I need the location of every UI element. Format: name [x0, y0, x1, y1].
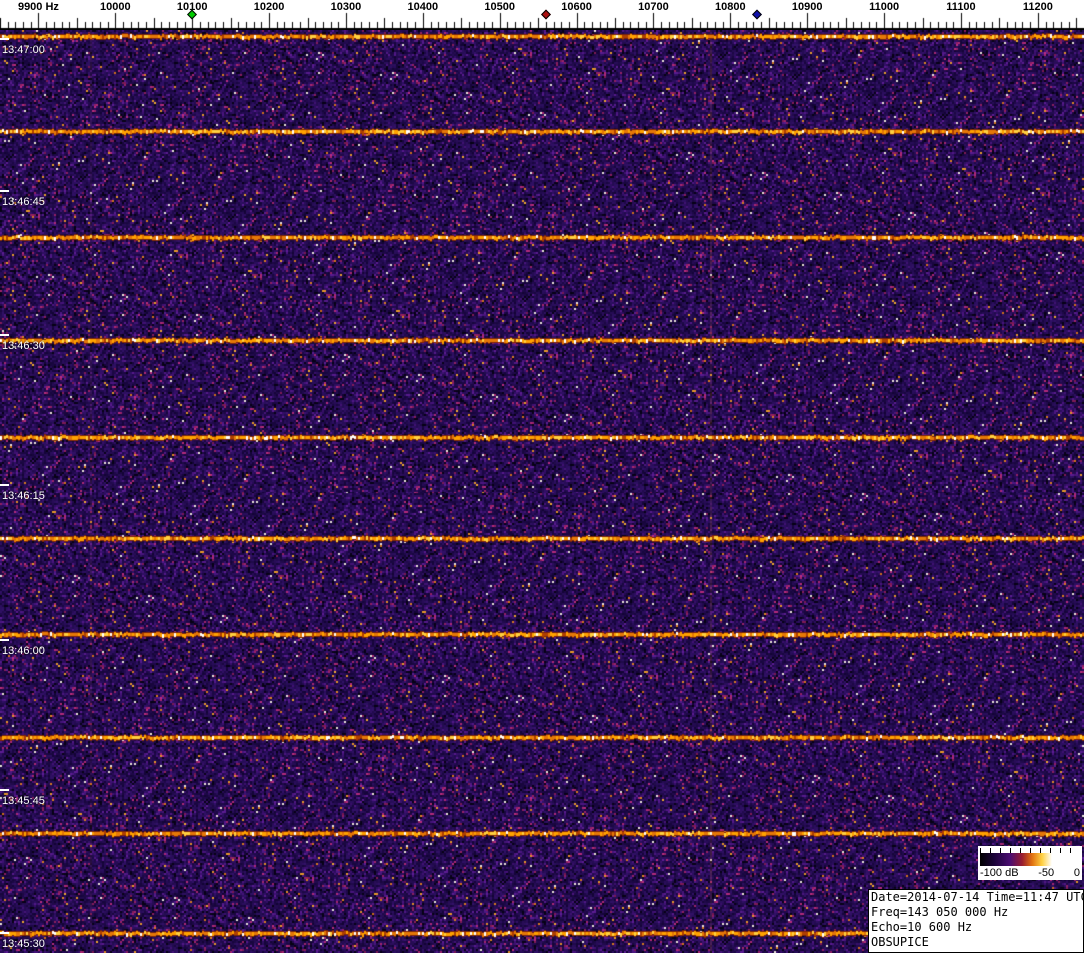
freq-label: 10600: [561, 1, 592, 13]
info-line: Date=2014-07-14 Time=11:47 UTC: [871, 890, 1084, 904]
freq-label: 11000: [869, 1, 900, 13]
spectrogram-canvas[interactable]: [0, 30, 1084, 953]
time-tick: [0, 190, 9, 192]
freq-label: 11200: [1022, 1, 1053, 13]
frequency-ruler[interactable]: 9900 Hz 10000 10100 10200 10300 10400 10500 106…: [0, 0, 1084, 30]
colorbar-max-label: 0: [1073, 867, 1080, 879]
freq-label: 9900 Hz: [17, 1, 59, 13]
info-line: Echo=10 600 Hz: [871, 920, 973, 934]
time-label: 13:46:00: [2, 645, 45, 657]
time-tick: [0, 484, 9, 486]
colorbar-mid-label: -50: [1038, 867, 1055, 879]
time-tick: [0, 932, 9, 934]
time-tick: [0, 38, 9, 40]
time-label: 13:46:15: [2, 490, 45, 502]
time-tick: [0, 639, 9, 641]
time-label: 13:46:45: [2, 196, 45, 208]
info-line: OBSUPICE: [871, 935, 929, 949]
freq-label: 10400: [407, 1, 439, 13]
freq-label: 10000: [100, 1, 131, 13]
time-label: 13:47:00: [2, 44, 45, 56]
freq-label: 10300: [330, 1, 362, 13]
info-box: Date=2014-07-14 Time=11:47 UTC Freq=143 0…: [868, 889, 1084, 953]
freq-label: 10500: [484, 1, 515, 13]
time-label: 13:45:45: [2, 795, 45, 807]
colorbar: -100 dB -50 0: [978, 846, 1082, 880]
info-line: Freq=143 050 000 Hz: [871, 905, 1009, 919]
time-label: 13:46:30: [2, 340, 45, 352]
freq-label: 11100: [946, 1, 976, 13]
colorbar-min-label: -100 dB: [980, 867, 1019, 879]
time-tick: [0, 789, 9, 791]
colorbar-gradient: [980, 853, 1080, 866]
freq-label: 10800: [715, 1, 746, 13]
spectrogram-area[interactable]: 13:47:00 13:46:45 13:46:30 13:46:15 13:46:00…: [0, 30, 1084, 953]
colorbar-labels: -100 dB -50 0: [980, 866, 1080, 879]
spectrogram-display: 9900 Hz 10000 10100 10200 10300 10400 10500 106…: [0, 0, 1084, 953]
freq-label: 10200: [253, 1, 285, 13]
freq-label: 10900: [791, 1, 823, 13]
freq-label: 10700: [638, 1, 669, 13]
time-label: 13:45:30: [2, 938, 45, 950]
time-tick: [0, 334, 9, 336]
